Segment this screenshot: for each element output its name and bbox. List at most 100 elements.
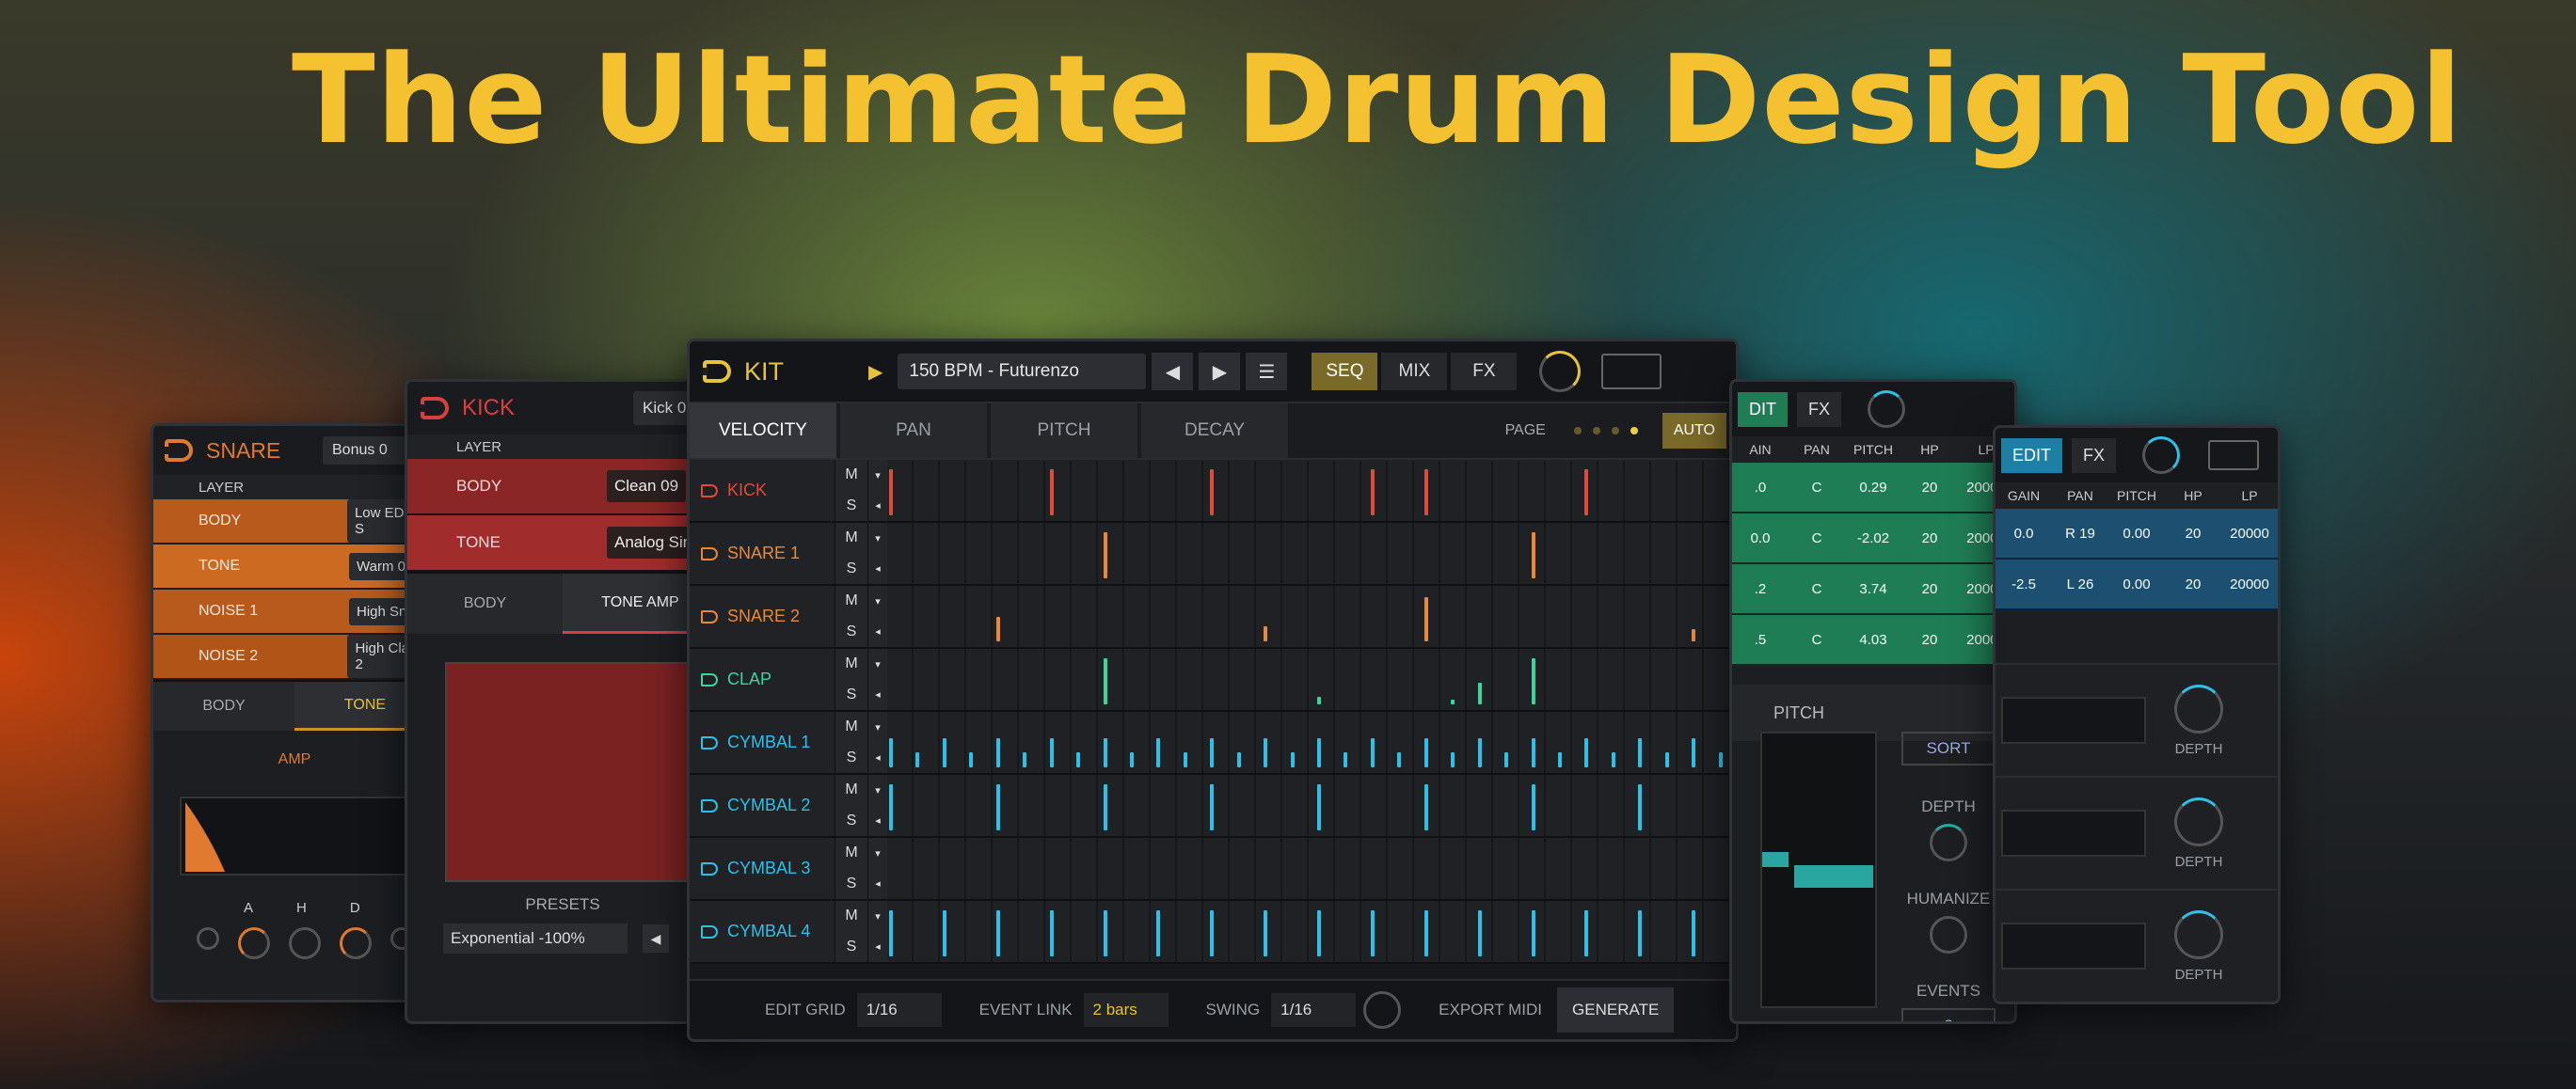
step-velocity[interactable]	[1103, 657, 1107, 704]
page-dot[interactable]	[1611, 427, 1619, 434]
step-velocity[interactable]	[1477, 682, 1482, 704]
step-velocity[interactable]	[1692, 629, 1696, 641]
solo-button[interactable]: S	[835, 932, 867, 963]
solo-button[interactable]: S	[835, 617, 867, 648]
kick-amp-display[interactable]	[445, 662, 718, 882]
step-lane[interactable]	[887, 901, 1736, 962]
attack-knob[interactable]	[238, 927, 270, 959]
step-velocity[interactable]	[1103, 909, 1107, 956]
track-name[interactable]: SNARE 1	[690, 523, 835, 584]
mod-display[interactable]	[2001, 697, 2146, 744]
step-velocity[interactable]	[1504, 752, 1509, 767]
step-velocity[interactable]	[1370, 468, 1375, 515]
mix-cell[interactable]: C	[1789, 480, 1845, 496]
step-velocity[interactable]	[995, 617, 1000, 641]
step-velocity[interactable]	[1584, 909, 1589, 956]
step-lane[interactable]	[887, 838, 1736, 899]
snare-tab-body[interactable]: BODY	[153, 682, 294, 731]
prev-icon[interactable]: ◀	[643, 924, 669, 953]
step-velocity[interactable]	[1423, 597, 1428, 641]
step-velocity[interactable]	[1317, 783, 1321, 830]
volume-knob[interactable]	[2142, 436, 2181, 474]
mix-cell[interactable]: 0.00	[2108, 526, 2165, 542]
depth-knob[interactable]	[2174, 684, 2223, 734]
kick-layer-tone[interactable]: TONE Analog Sin	[407, 515, 718, 572]
step-velocity[interactable]	[1264, 737, 1268, 767]
step-velocity[interactable]	[1049, 468, 1054, 515]
mix-cell[interactable]: 20	[1901, 581, 1958, 597]
step-velocity[interactable]	[1317, 909, 1321, 956]
step-velocity[interactable]	[1638, 783, 1643, 830]
depth-knob[interactable]	[2174, 909, 2223, 959]
step-velocity[interactable]	[1156, 909, 1161, 956]
track-name[interactable]: CYMBAL 3	[690, 838, 835, 899]
step-velocity[interactable]	[995, 783, 1000, 830]
solo-button[interactable]: S	[835, 680, 867, 711]
pitch-slider[interactable]	[1760, 732, 1877, 1008]
step-velocity[interactable]	[1076, 752, 1081, 767]
mix-cell[interactable]: .5	[1732, 632, 1789, 648]
mod-display[interactable]	[2001, 923, 2146, 970]
curve-preset-select[interactable]: Exponential -100%	[443, 923, 628, 954]
tab-pan[interactable]: PAN	[840, 403, 987, 458]
solo-button[interactable]: S	[835, 806, 867, 837]
edit-grid-select[interactable]: 1/16	[856, 993, 942, 1027]
track-name[interactable]: CYMBAL 4	[690, 901, 835, 962]
step-lane[interactable]	[887, 712, 1736, 773]
kick-tab-body[interactable]: BODY	[407, 574, 563, 634]
step-velocity[interactable]	[1584, 468, 1589, 515]
export-midi-button[interactable]: EXPORT MIDI	[1439, 1001, 1542, 1019]
snare-envelope-display[interactable]	[180, 797, 419, 876]
mix-cell[interactable]: C	[1789, 581, 1845, 597]
step-velocity[interactable]	[1664, 752, 1669, 767]
mode-seq-button[interactable]: SEQ	[1312, 353, 1378, 390]
tab-velocity[interactable]: VELOCITY	[690, 403, 836, 458]
step-velocity[interactable]	[1477, 737, 1482, 767]
swing-select[interactable]: 1/16	[1271, 993, 1357, 1027]
mix-cell[interactable]: 0.0	[1732, 530, 1789, 546]
mix-cell[interactable]: L 26	[2052, 576, 2108, 592]
mute-button[interactable]: M	[835, 649, 867, 680]
arrow-icon[interactable]: ◂	[868, 743, 887, 774]
mix-row[interactable]: .0 C 0.29 20 20000	[1732, 463, 2014, 513]
mix-cell[interactable]: R 19	[2052, 526, 2108, 542]
track-name[interactable]: CYMBAL 2	[690, 775, 835, 836]
tab-decay[interactable]: DECAY	[1141, 403, 1288, 458]
step-velocity[interactable]	[1692, 909, 1696, 956]
mute-button[interactable]: M	[835, 523, 867, 554]
mode-mix-button[interactable]: MIX	[1381, 353, 1448, 390]
step-velocity[interactable]	[1103, 783, 1107, 830]
mix-cell[interactable]: 20	[2165, 526, 2221, 542]
swing-knob[interactable]	[1363, 991, 1402, 1029]
arrow-icon[interactable]: ◂	[868, 680, 887, 711]
step-velocity[interactable]	[1557, 752, 1562, 767]
step-velocity[interactable]	[1210, 468, 1215, 515]
step-velocity[interactable]	[1531, 657, 1535, 704]
mix-cell[interactable]: 20000	[2221, 526, 2278, 542]
arrow-icon[interactable]: ◂	[868, 806, 887, 837]
edit-button[interactable]: DIT	[1738, 391, 1788, 427]
kick-layer-select[interactable]: Analog Sin	[607, 527, 700, 559]
track-name[interactable]: CYMBAL 1	[690, 712, 835, 773]
step-velocity[interactable]	[1049, 909, 1054, 956]
step-velocity[interactable]	[1210, 737, 1215, 767]
fx-button[interactable]: FX	[1797, 391, 1842, 427]
step-velocity[interactable]	[889, 737, 893, 767]
solo-button[interactable]: S	[835, 743, 867, 774]
event-link-select[interactable]: 2 bars	[1083, 993, 1169, 1027]
step-velocity[interactable]	[1451, 699, 1455, 704]
step-velocity[interactable]	[1103, 531, 1107, 578]
step-velocity[interactable]	[1129, 752, 1134, 767]
step-velocity[interactable]	[1344, 752, 1348, 767]
mix-cell[interactable]: 20000	[2221, 576, 2278, 592]
step-velocity[interactable]	[1584, 737, 1589, 767]
step-velocity[interactable]	[889, 783, 893, 830]
kick-layer-select[interactable]: Clean 09	[607, 470, 687, 502]
step-velocity[interactable]	[1103, 737, 1107, 767]
step-velocity[interactable]	[1397, 752, 1402, 767]
step-velocity[interactable]	[889, 468, 893, 515]
mute-button[interactable]: M	[835, 901, 867, 932]
step-velocity[interactable]	[1264, 626, 1268, 641]
solo-button[interactable]: S	[835, 554, 867, 585]
step-velocity[interactable]	[889, 909, 893, 956]
